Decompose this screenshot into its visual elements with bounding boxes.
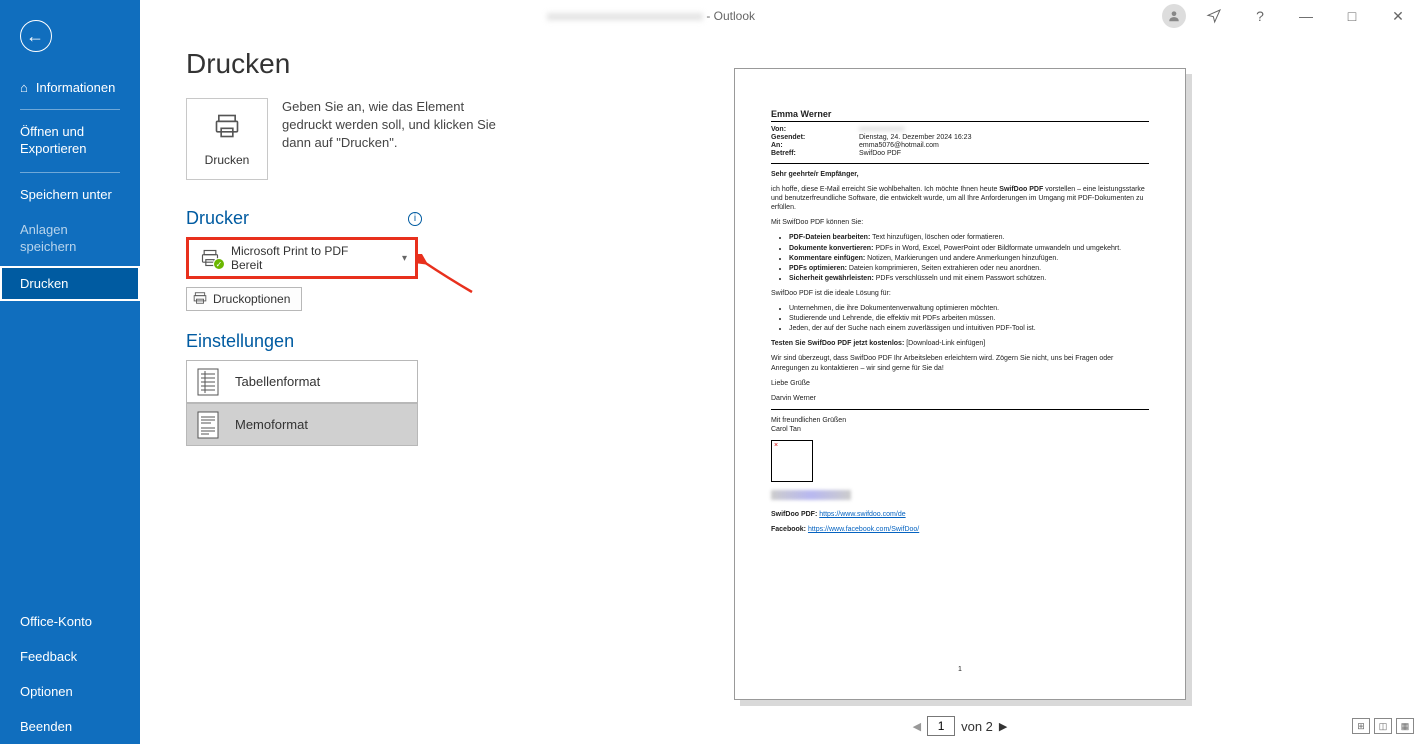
chevron-down-icon: ▾	[402, 253, 407, 264]
zoom-actual-icon[interactable]: ⊞	[1352, 718, 1370, 734]
info-icon[interactable]: i	[408, 212, 422, 226]
back-button[interactable]: ←	[20, 20, 52, 52]
nav-print[interactable]: Drucken	[0, 266, 140, 301]
table-format-icon	[195, 367, 221, 397]
pager: ◀ von 2 ▶	[913, 716, 1008, 736]
table-format-option[interactable]: Tabellenformat	[186, 360, 418, 403]
printer-dropdown[interactable]: ✓ Microsoft Print to PDF Bereit ▾	[186, 237, 418, 279]
user-avatar[interactable]	[1162, 4, 1186, 28]
print-button[interactable]: Drucken	[186, 98, 268, 180]
memo-format-icon	[195, 410, 221, 440]
print-preview-page: Emma Werner Von:xxxxxxxxxxxxx Gesendet:D…	[734, 68, 1186, 700]
options-icon	[193, 291, 207, 308]
coming-soon-icon[interactable]	[1192, 2, 1236, 30]
home-icon: ⌂	[20, 80, 28, 95]
nav-save-as[interactable]: Speichern unter	[0, 177, 140, 212]
nav-feedback[interactable]: Feedback	[0, 639, 140, 674]
page-title: Drucken	[186, 48, 496, 80]
nav-open-export[interactable]: Öffnen und Exportieren	[0, 114, 140, 168]
printer-small-icon: ✓	[197, 248, 223, 268]
memo-format-option[interactable]: Memoformat	[186, 403, 418, 446]
prev-page-button[interactable]: ◀	[913, 720, 921, 733]
print-options-button[interactable]: Druckoptionen	[186, 287, 302, 311]
settings-section-title: Einstellungen	[186, 331, 496, 352]
help-button[interactable]: ?	[1238, 2, 1282, 30]
close-button[interactable]: ✕	[1376, 2, 1420, 30]
printer-section-title: Drucker i	[186, 208, 496, 229]
maximize-button[interactable]: □	[1330, 2, 1374, 30]
minimize-button[interactable]: —	[1284, 2, 1328, 30]
nav-informationen[interactable]: ⌂ Informationen	[0, 70, 140, 105]
nav-exit[interactable]: Beenden	[0, 709, 140, 744]
page-number-input[interactable]	[927, 716, 955, 736]
nav-save-attachments: Anlagen speichern	[0, 212, 140, 266]
zoom-multi-icon[interactable]: ▦	[1396, 718, 1414, 734]
nav-account[interactable]: Office-Konto	[0, 604, 140, 639]
print-description: Geben Sie an, wie das Element gedruckt w…	[282, 98, 496, 180]
zoom-fit-icon[interactable]: ◫	[1374, 718, 1392, 734]
printer-icon	[210, 112, 244, 147]
ready-check-icon: ✓	[213, 258, 225, 270]
nav-options[interactable]: Optionen	[0, 674, 140, 709]
titlebar: xxxxxxxxxxxxxxxxxxxxxxxxxx - Outlook ? —…	[140, 0, 1424, 32]
attachment-placeholder	[771, 440, 813, 482]
next-page-button[interactable]: ▶	[999, 720, 1007, 733]
